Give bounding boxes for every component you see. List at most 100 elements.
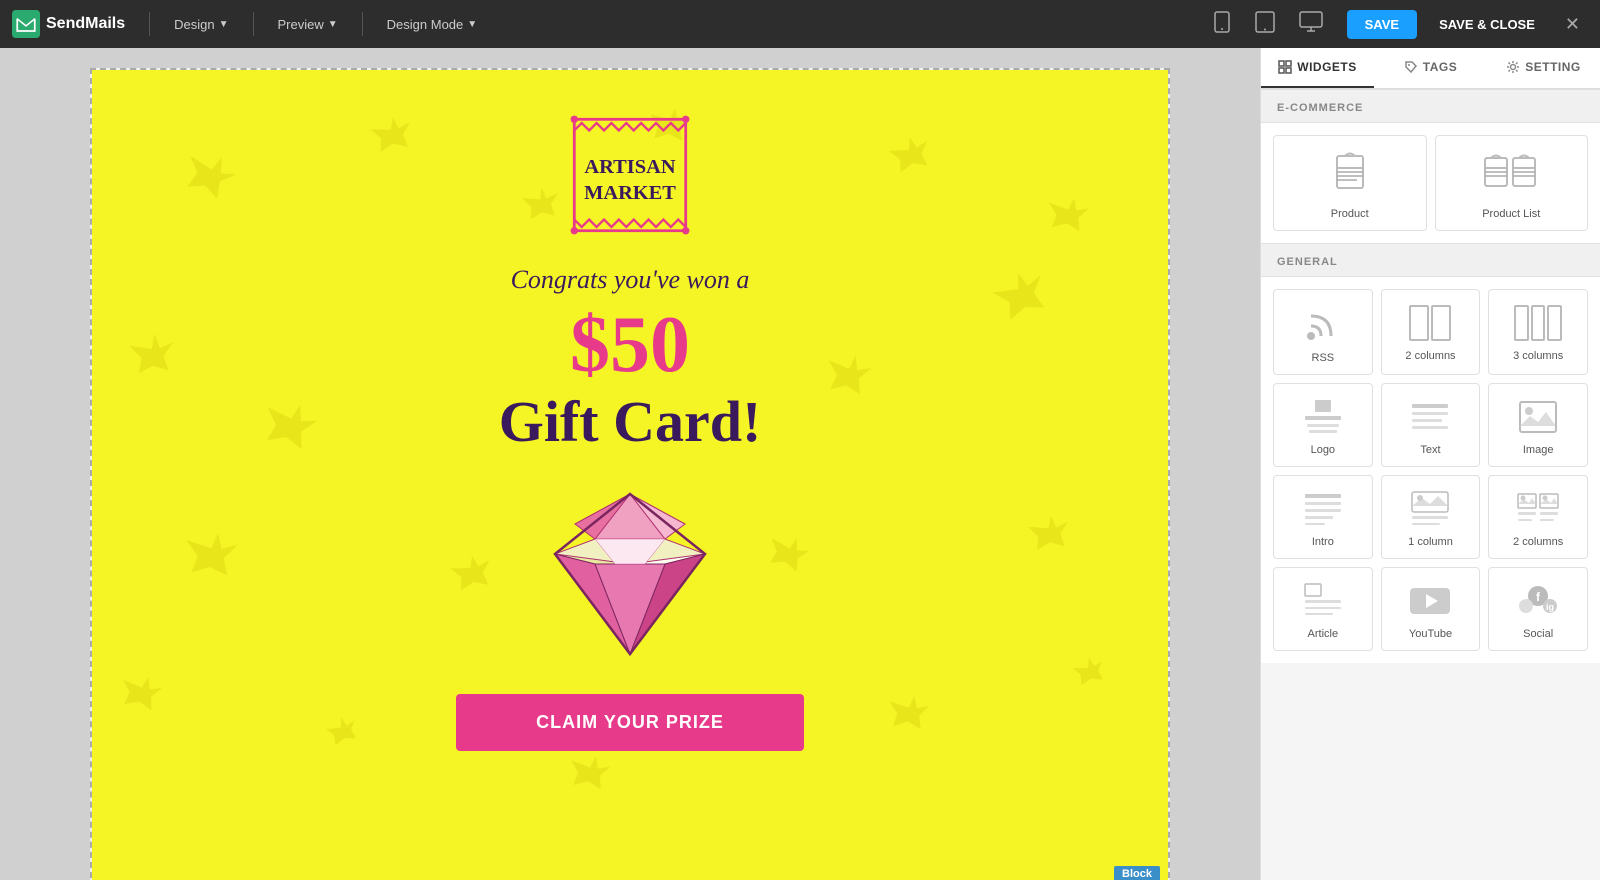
youtube-widget-label: YouTube	[1409, 628, 1452, 640]
design-mode-menu-button[interactable]: Design Mode ▼	[375, 11, 490, 38]
2-columns-b-widget-icon	[1516, 490, 1560, 528]
youtube-widget-icon	[1408, 582, 1452, 620]
logo-area: SendMails	[12, 10, 125, 38]
preview-chevron-icon: ▼	[328, 19, 338, 30]
design-label: Design	[174, 17, 214, 32]
2-columns-widget-icon	[1408, 304, 1452, 342]
widget-logo[interactable]: Logo	[1273, 383, 1373, 467]
text-widget-icon	[1408, 398, 1452, 436]
diamond-image	[525, 484, 735, 664]
desktop-device-button[interactable]	[1291, 5, 1331, 44]
2-columns-widget-label: 2 columns	[1405, 350, 1455, 362]
widgets-tab-icon	[1278, 60, 1292, 74]
widget-2-columns-b[interactable]: 2 columns	[1488, 475, 1588, 559]
social-icon-svg: f ig	[1516, 582, 1560, 620]
tab-widgets[interactable]: WIDGETS	[1261, 48, 1374, 88]
3-columns-widget-icon	[1513, 304, 1563, 342]
youtube-icon-svg	[1408, 582, 1452, 620]
preview-label: Preview	[278, 17, 324, 32]
widget-text[interactable]: Text	[1381, 383, 1481, 467]
save-close-button[interactable]: SAVE & CLOSE	[1425, 10, 1549, 39]
image-icon-svg	[1516, 398, 1560, 436]
artisan-market-logo: ARTISAN MARKET	[565, 110, 695, 245]
tab-setting[interactable]: SETTING	[1487, 48, 1600, 88]
2col-icon-svg	[1408, 304, 1452, 342]
social-widget-label: Social	[1523, 628, 1553, 640]
1col-icon-svg	[1408, 490, 1452, 528]
widget-1-column[interactable]: 1 column	[1381, 475, 1481, 559]
widget-product-list[interactable]: Product List	[1435, 135, 1589, 231]
widget-rss[interactable]: RSS	[1273, 289, 1373, 375]
ecommerce-widget-grid: Product	[1261, 123, 1600, 243]
widget-2-columns[interactable]: 2 columns	[1381, 289, 1481, 375]
block-label: Block	[1114, 866, 1160, 880]
mobile-device-button[interactable]	[1205, 5, 1239, 44]
product-list-widget-icon	[1481, 150, 1541, 200]
intro-icon-svg	[1301, 490, 1345, 528]
widget-youtube[interactable]: YouTube	[1381, 567, 1481, 651]
intro-widget-label: Intro	[1312, 536, 1334, 548]
email-canvas: ARTISAN MARKET Congrats you've won a $50…	[90, 68, 1170, 880]
setting-tab-label: SETTING	[1525, 60, 1581, 74]
rss-widget-icon	[1303, 304, 1343, 344]
3col-icon-svg	[1513, 304, 1563, 342]
widget-3-columns[interactable]: 3 columns	[1488, 289, 1588, 375]
text-widget-label: Text	[1420, 444, 1440, 456]
3-columns-widget-label: 3 columns	[1513, 350, 1563, 362]
ecommerce-section-label: E-COMMERCE	[1261, 89, 1600, 123]
general-section-label: GENERAL	[1261, 243, 1600, 277]
logo-text: SendMails	[46, 15, 125, 33]
right-panel: WIDGETS TAGS SETTING E-COMMERCE	[1260, 48, 1600, 880]
claim-prize-button[interactable]: CLAIM YOUR PRIZE	[456, 694, 804, 751]
tablet-device-button[interactable]	[1247, 5, 1283, 44]
widgets-tab-label: WIDGETS	[1297, 60, 1357, 74]
svg-text:ig: ig	[1546, 602, 1554, 612]
email-inner: ARTISAN MARKET Congrats you've won a $50…	[112, 110, 1148, 751]
tab-tags[interactable]: TAGS	[1374, 48, 1487, 88]
article-widget-label: Article	[1308, 628, 1339, 640]
sendmails-logo-icon	[12, 10, 40, 38]
article-icon-svg	[1301, 582, 1345, 620]
prize-amount: $50	[570, 305, 690, 385]
2colb-icon-svg	[1516, 490, 1560, 528]
image-widget-icon	[1516, 398, 1560, 436]
1-column-widget-icon	[1408, 490, 1452, 528]
widget-image[interactable]: Image	[1488, 383, 1588, 467]
social-widget-icon: f ig	[1516, 582, 1560, 620]
tags-tab-label: TAGS	[1423, 60, 1457, 74]
product-widget-icon	[1325, 150, 1375, 200]
intro-widget-icon	[1301, 490, 1345, 528]
canvas-area: ARTISAN MARKET Congrats you've won a $50…	[0, 48, 1260, 880]
preview-menu-button[interactable]: Preview ▼	[266, 11, 350, 38]
widget-article[interactable]: Article	[1273, 567, 1373, 651]
product-list-widget-label: Product List	[1482, 208, 1540, 220]
design-menu-button[interactable]: Design ▼	[162, 11, 240, 38]
close-button[interactable]: ✕	[1557, 10, 1588, 39]
image-widget-label: Image	[1523, 444, 1554, 456]
1-column-widget-label: 1 column	[1408, 536, 1453, 548]
main-area: ARTISAN MARKET Congrats you've won a $50…	[0, 48, 1600, 880]
nav-separator-1	[149, 12, 150, 36]
tags-tab-icon	[1404, 60, 1418, 74]
design-chevron-icon: ▼	[219, 19, 229, 30]
widget-product[interactable]: Product	[1273, 135, 1427, 231]
nav-separator-2	[253, 12, 254, 36]
tablet-icon	[1255, 11, 1275, 33]
widget-social[interactable]: f ig Social	[1488, 567, 1588, 651]
text-icon-svg	[1408, 398, 1452, 436]
svg-text:MARKET: MARKET	[584, 182, 676, 204]
setting-tab-icon	[1506, 60, 1520, 74]
nav-separator-3	[362, 12, 363, 36]
mobile-icon	[1213, 11, 1231, 33]
desktop-icon	[1299, 11, 1323, 33]
widget-intro[interactable]: Intro	[1273, 475, 1373, 559]
diamond-svg	[525, 484, 735, 664]
save-button[interactable]: SAVE	[1347, 10, 1417, 39]
general-widget-grid: RSS 2 columns	[1261, 277, 1600, 663]
logo-widget-icon	[1301, 398, 1345, 436]
rss-icon-svg	[1303, 304, 1343, 344]
gift-card-text: Gift Card!	[499, 390, 762, 454]
svg-text:ARTISAN: ARTISAN	[584, 156, 675, 178]
rss-widget-label: RSS	[1312, 352, 1335, 364]
panel-tabs: WIDGETS TAGS SETTING	[1261, 48, 1600, 89]
